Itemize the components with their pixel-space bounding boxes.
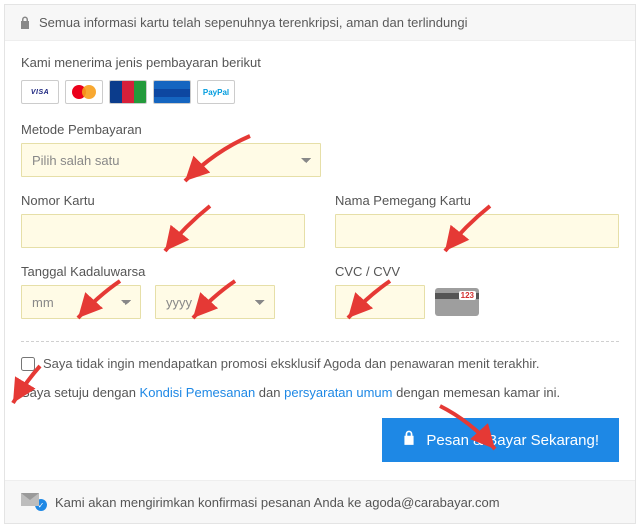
payment-method-select[interactable]: Pilih salah satu bbox=[21, 143, 321, 177]
card-name-field: Nama Pemegang Kartu bbox=[335, 193, 619, 248]
envelope-icon bbox=[21, 493, 39, 506]
card-number-input[interactable] bbox=[21, 214, 305, 248]
terms-link-conditions[interactable]: Kondisi Pemesanan bbox=[140, 385, 256, 400]
cvc-field: CVC / CVV 123 bbox=[335, 264, 619, 319]
visa-card-icon: VISA bbox=[21, 80, 59, 104]
button-label: Pesan & Bayar Sekarang! bbox=[426, 432, 599, 449]
lock-icon bbox=[402, 430, 416, 450]
jcb-icon bbox=[109, 80, 147, 104]
card-name-input[interactable] bbox=[335, 214, 619, 248]
book-pay-button[interactable]: Pesan & Bayar Sekarang! bbox=[382, 418, 619, 462]
expiry-field: Tanggal Kadaluwarsa mm yyyy bbox=[21, 264, 305, 319]
cvc-input[interactable] bbox=[335, 285, 425, 319]
promo-row: Saya tidak ingin mendapatkan promosi eks… bbox=[21, 356, 619, 371]
paypal-icon: PayPal bbox=[197, 80, 235, 104]
payment-cards: VISA PayPal bbox=[21, 80, 619, 104]
payment-panel: Semua informasi kartu telah sepenuhnya t… bbox=[4, 4, 636, 524]
cvc-label: CVC / CVV bbox=[335, 264, 619, 279]
payment-method-field: Metode Pembayaran Pilih salah satu bbox=[21, 122, 619, 177]
cvc-card-icon: 123 bbox=[435, 288, 479, 316]
card-number-label: Nomor Kartu bbox=[21, 193, 305, 208]
terms-text: Saya setuju dengan Kondisi Pemesanan dan… bbox=[21, 385, 619, 400]
promo-checkbox[interactable] bbox=[21, 357, 35, 371]
footer: ✓ Kami akan mengirimkan konfirmasi pesan… bbox=[5, 480, 635, 523]
divider bbox=[21, 341, 619, 342]
promo-text: Saya tidak ingin mendapatkan promosi eks… bbox=[43, 356, 539, 371]
lock-icon bbox=[19, 16, 31, 30]
expiry-year-select[interactable]: yyyy bbox=[155, 285, 275, 319]
form-body: Kami menerima jenis pembayaran berikut V… bbox=[5, 41, 635, 480]
card-number-field: Nomor Kartu bbox=[21, 193, 305, 248]
expiry-label: Tanggal Kadaluwarsa bbox=[21, 264, 305, 279]
card-name-label: Nama Pemegang Kartu bbox=[335, 193, 619, 208]
secure-text: Semua informasi kartu telah sepenuhnya t… bbox=[39, 15, 468, 30]
accept-text: Kami menerima jenis pembayaran berikut bbox=[21, 55, 619, 70]
footer-text: Kami akan mengirimkan konfirmasi pesanan… bbox=[55, 495, 500, 510]
mastercard-icon bbox=[65, 80, 103, 104]
amex-icon bbox=[153, 80, 191, 104]
expiry-month-select[interactable]: mm bbox=[21, 285, 141, 319]
secure-header: Semua informasi kartu telah sepenuhnya t… bbox=[5, 5, 635, 41]
terms-link-general[interactable]: persyaratan umum bbox=[284, 385, 392, 400]
payment-method-label: Metode Pembayaran bbox=[21, 122, 619, 137]
